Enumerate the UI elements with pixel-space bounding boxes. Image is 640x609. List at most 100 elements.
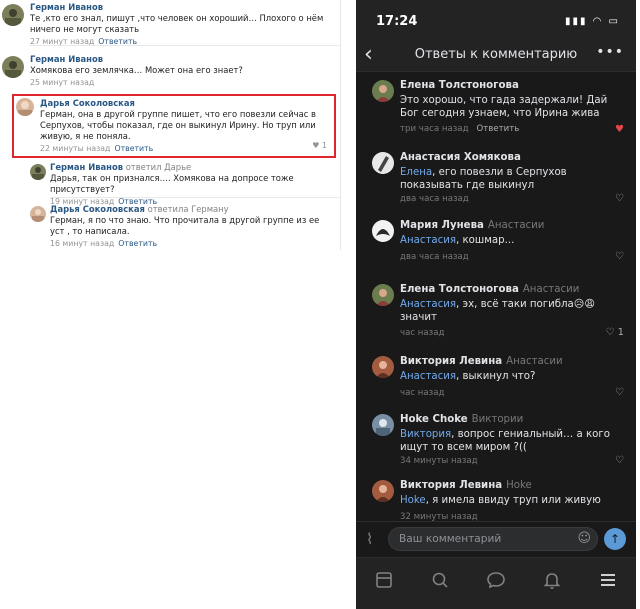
mobile-app-screen: 17:24 ▮▮▮ ◠ ▭ ‹ Ответы к комментарию •••…: [356, 0, 636, 609]
heart-outline-icon[interactable]: ♡ 1: [605, 327, 624, 338]
notifications-icon[interactable]: [540, 568, 564, 592]
heart-filled-icon[interactable]: ♥: [615, 124, 624, 135]
signal-wifi-battery-icon: ▮▮▮ ◠ ▭: [564, 16, 620, 27]
comment-time: два часа назад: [400, 252, 469, 262]
comment-time: три часа назад: [400, 124, 469, 134]
reply-target[interactable]: Анастасии: [523, 284, 580, 295]
reply-link[interactable]: Ответить: [477, 124, 520, 134]
avatar[interactable]: [16, 98, 34, 116]
more-options-icon[interactable]: •••: [596, 44, 624, 60]
reply-target[interactable]: Анастасии: [488, 220, 545, 231]
bottom-tab-bar: [356, 557, 636, 609]
avatar[interactable]: [372, 414, 394, 436]
list-item: Виктория Левина Анастасии Анастасия, выки…: [356, 348, 636, 406]
avatar[interactable]: [372, 480, 394, 502]
reply-target[interactable]: Анастасии: [506, 356, 563, 367]
comment-input[interactable]: Ваш комментарий ☺: [388, 527, 598, 551]
mention-link[interactable]: Анастасия: [400, 235, 456, 246]
replied-to[interactable]: ответила Герману: [148, 204, 229, 214]
comment-text: Это хорошо, что гада задержали! Дай Бог …: [400, 95, 608, 119]
comment-composer: ⌇ Ваш комментарий ☺ ↑: [356, 521, 636, 557]
comment-author[interactable]: Мария Лунева: [400, 220, 484, 231]
send-button[interactable]: ↑: [604, 528, 626, 550]
list-item: Анастасия Хомякова Елена, его повезли в …: [356, 144, 636, 206]
comment-time: час назад: [400, 328, 445, 338]
page-title: Ответы к комментарию: [414, 47, 578, 62]
mention-link[interactable]: Анастасия: [400, 371, 456, 382]
comment-author[interactable]: Виктория Левина: [400, 480, 502, 491]
replies-list[interactable]: Елена Толстоногова Это хорошо, что гада …: [356, 72, 636, 522]
comment-author[interactable]: Виктория Левина: [400, 356, 502, 367]
search-icon[interactable]: [428, 568, 452, 592]
comment-author[interactable]: Герман Иванов: [50, 162, 123, 172]
replied-to[interactable]: ответил Дарье: [126, 162, 192, 172]
comment-text: Дарья, так он признался…. Хомякова на до…: [50, 173, 294, 194]
screenshot-canvas: Герман Иванов Те ,кто его знал, пишут ,ч…: [0, 0, 640, 609]
comment-author[interactable]: Анастасия Хомякова: [400, 152, 521, 163]
comment-time[interactable]: 16 минут назад: [50, 239, 114, 248]
reply-link[interactable]: Ответить: [114, 144, 153, 153]
avatar[interactable]: [372, 80, 394, 102]
web-comment: Герман Иванов Те ,кто его знал, пишут ,ч…: [0, 0, 339, 46]
comment-text: Те ,кто его знал, пишут ,что человек он …: [30, 13, 324, 34]
panel-divider: [340, 0, 341, 250]
reply-target[interactable]: Виктории: [472, 414, 524, 425]
comment-time[interactable]: 25 минут назад: [30, 78, 94, 87]
like-count: 1: [617, 327, 624, 338]
comment-text: Хомякова его землячка… Может она его зна…: [30, 65, 243, 75]
divider: [30, 45, 339, 46]
news-icon[interactable]: [372, 568, 396, 592]
attachment-icon[interactable]: ⌇: [366, 530, 373, 548]
avatar[interactable]: [30, 164, 46, 180]
comment-author[interactable]: Hoke Choke: [400, 414, 468, 425]
comment-text: Герман, я по что знаю. Что прочитала в д…: [50, 215, 320, 236]
heart-outline-icon[interactable]: ♡: [615, 455, 624, 466]
mention-link[interactable]: Елена: [400, 167, 432, 178]
web-comment: Дарья Соколовская ответила Герману Герма…: [0, 204, 339, 250]
emoji-icon[interactable]: ☺: [577, 531, 591, 546]
heart-outline-icon[interactable]: ♡: [615, 251, 624, 262]
mention-link[interactable]: Hoke: [400, 495, 426, 506]
comment-time: час назад: [400, 388, 445, 398]
mention-link[interactable]: Виктория: [400, 429, 451, 440]
comment-author[interactable]: Дарья Соколовская: [40, 98, 327, 109]
list-item: Мария Лунева Анастасии Анастасия, кошмар.…: [356, 212, 636, 270]
web-comment: Дарья Соколовская Герман, она в другой г…: [16, 96, 337, 156]
heart-outline-icon[interactable]: ♡: [615, 387, 624, 398]
comment-time[interactable]: 22 минуты назад: [40, 144, 110, 153]
list-item: Hoke Choke Виктории Виктория, вопрос гени…: [356, 406, 636, 468]
reply-link[interactable]: Ответить: [118, 239, 157, 248]
mention-link[interactable]: Анастасия: [400, 299, 456, 310]
list-item: Виктория Левина Hoke Hoke, я имела ввиду …: [356, 472, 636, 522]
list-item: Елена Толстоногова Анастасии Анастасия, э…: [356, 276, 636, 348]
reply-target[interactable]: Hoke: [506, 480, 532, 491]
comment-text: , кошмар...: [456, 235, 515, 246]
comment-text: Герман, она в другой группе пишет, что е…: [40, 109, 316, 141]
avatar[interactable]: [2, 56, 24, 78]
avatar[interactable]: [2, 4, 24, 26]
comment-text: , выкинул что?: [456, 371, 536, 382]
web-comment: Герман Иванов ответил Дарье Дарья, так о…: [0, 162, 339, 206]
heart-icon[interactable]: ♥ 1: [312, 141, 327, 150]
avatar[interactable]: [372, 284, 394, 306]
avatar[interactable]: [372, 220, 394, 242]
messages-icon[interactable]: [484, 568, 508, 592]
input-placeholder: Ваш комментарий: [399, 533, 502, 545]
comment-author[interactable]: Елена Толстоногова: [400, 284, 519, 295]
avatar[interactable]: [372, 356, 394, 378]
status-bar: 17:24 ▮▮▮ ◠ ▭: [356, 0, 636, 40]
list-item: Елена Толстоногова Это хорошо, что гада …: [356, 72, 636, 144]
comment-author[interactable]: Дарья Соколовская: [50, 204, 145, 214]
web-comment: Герман Иванов Хомякова его землячка… Мож…: [0, 52, 339, 90]
web-comments-panel: Герман Иванов Те ,кто его знал, пишут ,ч…: [0, 0, 345, 250]
heart-outline-icon[interactable]: ♡: [615, 193, 624, 204]
comment-author[interactable]: Елена Толстоногова: [400, 80, 519, 91]
comment-author[interactable]: Герман Иванов: [30, 2, 335, 13]
divider: [50, 197, 339, 198]
comment-text: , я имела ввиду труп или живую: [425, 495, 601, 506]
avatar[interactable]: [30, 206, 46, 222]
comment-author[interactable]: Герман Иванов: [30, 54, 335, 65]
nav-bar: ‹ Ответы к комментарию •••: [356, 40, 636, 72]
avatar[interactable]: [372, 152, 394, 174]
menu-icon[interactable]: [596, 568, 620, 592]
